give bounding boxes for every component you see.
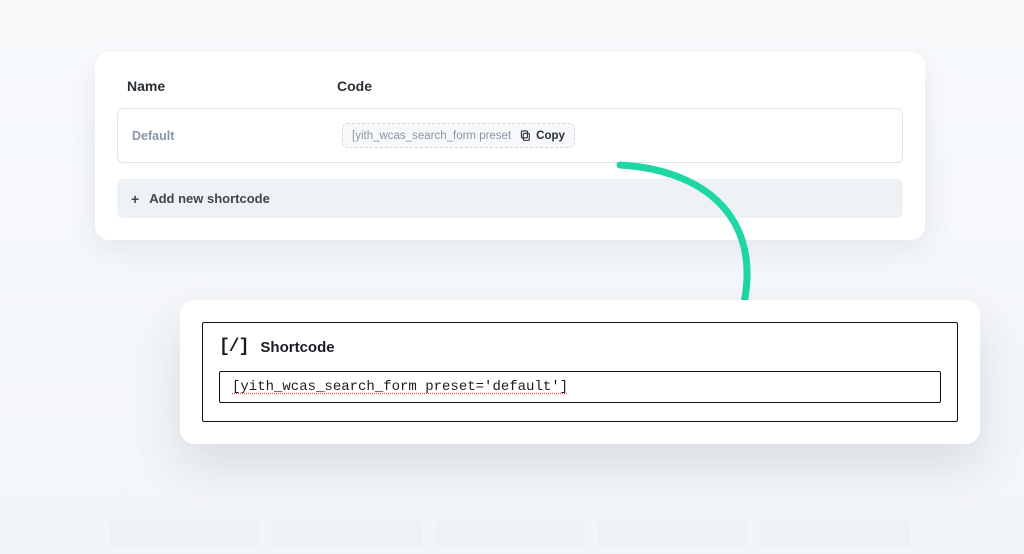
shortcode-editor-title: Shortcode — [260, 339, 334, 356]
copy-icon — [519, 129, 532, 142]
shortcode-icon: [/] — [219, 337, 248, 357]
shortcode-copybox: [yith_wcas_search_form preset Copy — [342, 123, 575, 148]
row-name: Default — [132, 129, 342, 143]
shortcode-input[interactable] — [230, 378, 930, 396]
shortcode-editor-panel: [/] Shortcode — [180, 300, 980, 444]
add-shortcode-label: Add new shortcode — [149, 191, 270, 206]
column-header-code: Code — [337, 78, 893, 94]
table-row[interactable]: Default [yith_wcas_search_form preset Co… — [117, 108, 903, 163]
shortcode-input-wrap[interactable] — [219, 371, 941, 403]
table-header-row: Name Code — [117, 70, 903, 108]
add-shortcode-button[interactable]: + Add new shortcode — [117, 179, 903, 218]
plus-icon: + — [131, 192, 139, 206]
shortcode-editor-card: [/] Shortcode — [202, 322, 958, 422]
shortcode-list-panel: Name Code Default [yith_wcas_search_form… — [95, 52, 925, 240]
background-ghost-tabs — [110, 520, 910, 546]
shortcode-text: [yith_wcas_search_form preset — [352, 130, 511, 142]
copy-button[interactable]: Copy — [519, 129, 565, 142]
column-header-name: Name — [127, 78, 337, 94]
copy-button-label: Copy — [536, 130, 565, 142]
